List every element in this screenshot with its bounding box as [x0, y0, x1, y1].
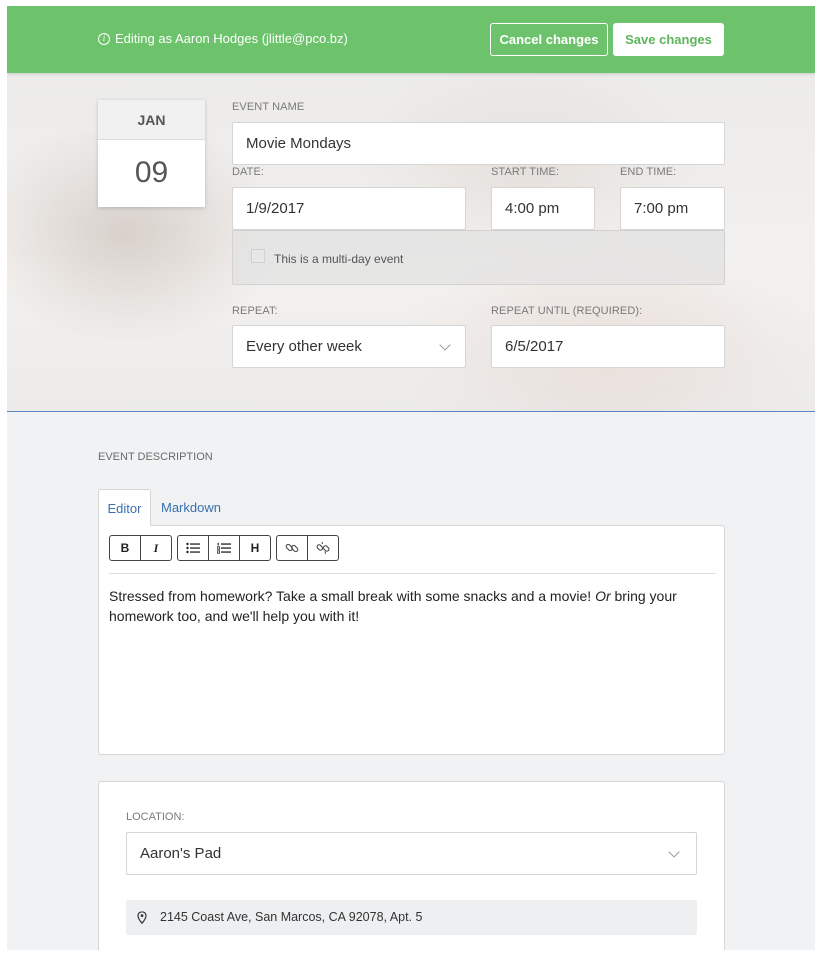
description-text-italic: Or: [595, 588, 611, 604]
info-icon: i: [98, 32, 110, 45]
description-text[interactable]: Stressed from homework? Take a small bre…: [109, 586, 710, 626]
numbered-list-button[interactable]: [208, 535, 240, 561]
location-label: LOCATION:: [126, 811, 185, 823]
date-card-day: 09: [134, 156, 169, 189]
multi-day-checkbox[interactable]: [251, 249, 265, 263]
repeat-select[interactable]: Every other week: [232, 325, 466, 368]
editor-toolbar: B I H: [109, 535, 344, 561]
date-label: DATE:: [232, 166, 265, 178]
repeat-value: Every other week: [246, 338, 362, 355]
map-pin-icon: [137, 911, 147, 924]
event-details-section: JAN 09 EVENT NAME Movie Mondays DATE: 1/…: [7, 73, 815, 412]
unlink-button[interactable]: [307, 535, 339, 561]
event-name-value: Movie Mondays: [246, 135, 352, 152]
end-time-input[interactable]: 7:00 pm: [620, 187, 725, 230]
chevron-down-icon: [668, 846, 680, 858]
bullet-list-icon: [186, 542, 200, 554]
tab-editor[interactable]: Editor: [98, 489, 151, 526]
cancel-changes-button[interactable]: Cancel changes: [490, 23, 608, 56]
date-card-month: JAN: [98, 100, 205, 140]
description-editor[interactable]: B I H Stressed from homework? Take a sma…: [98, 525, 725, 755]
start-time-input[interactable]: 4:00 pm: [491, 187, 595, 230]
description-text-part: Stressed from homework? Take a small bre…: [109, 588, 596, 604]
location-select[interactable]: Aaron's Pad: [126, 832, 697, 875]
save-changes-button[interactable]: Save changes: [613, 23, 724, 56]
location-card: LOCATION: Aaron's Pad 2145 Coast Ave, Sa…: [98, 781, 725, 950]
numbered-list-icon: [217, 542, 231, 554]
location-value: Aaron's Pad: [140, 845, 222, 862]
bold-button[interactable]: B: [109, 535, 141, 561]
start-time-label: START TIME:: [491, 166, 560, 178]
multi-day-label: This is a multi-day event: [274, 252, 404, 266]
chevron-down-icon: [439, 339, 451, 351]
repeat-until-label: REPEAT UNTIL (REQUIRED):: [491, 305, 643, 317]
end-time-label: END TIME:: [620, 166, 677, 178]
toolbar-divider: [109, 573, 716, 574]
event-description-title: EVENT DESCRIPTION: [98, 451, 213, 463]
date-input[interactable]: 1/9/2017: [232, 187, 466, 230]
editing-as-notice: i Editing as Aaron Hodges (jlittle@pco.b…: [98, 31, 348, 46]
italic-button[interactable]: I: [140, 535, 172, 561]
link-button[interactable]: [276, 535, 308, 561]
link-icon: [285, 543, 299, 553]
address-text: 2145 Coast Ave, San Marcos, CA 92078, Ap…: [160, 910, 423, 924]
multi-day-panel: This is a multi-day event: [232, 230, 725, 285]
end-time-value: 7:00 pm: [634, 200, 689, 217]
edit-header-bar: i Editing as Aaron Hodges (jlittle@pco.b…: [7, 6, 815, 73]
repeat-until-input[interactable]: 6/5/2017: [491, 325, 725, 368]
event-name-label: EVENT NAME: [232, 101, 305, 113]
app-frame: i Editing as Aaron Hodges (jlittle@pco.b…: [7, 6, 815, 950]
bullet-list-button[interactable]: [177, 535, 209, 561]
editing-as-text: Editing as Aaron Hodges (jlittle@pco.bz): [115, 31, 348, 46]
event-name-input[interactable]: Movie Mondays: [232, 122, 725, 165]
date-card: JAN 09: [98, 100, 205, 207]
repeat-label: REPEAT:: [232, 305, 278, 317]
tab-markdown[interactable]: Markdown: [161, 489, 221, 526]
heading-button[interactable]: H: [239, 535, 271, 561]
unlink-icon: [316, 541, 330, 554]
start-time-value: 4:00 pm: [505, 200, 560, 217]
repeat-until-value: 6/5/2017: [505, 338, 564, 355]
location-address: 2145 Coast Ave, San Marcos, CA 92078, Ap…: [126, 900, 697, 935]
date-value: 1/9/2017: [246, 200, 305, 217]
